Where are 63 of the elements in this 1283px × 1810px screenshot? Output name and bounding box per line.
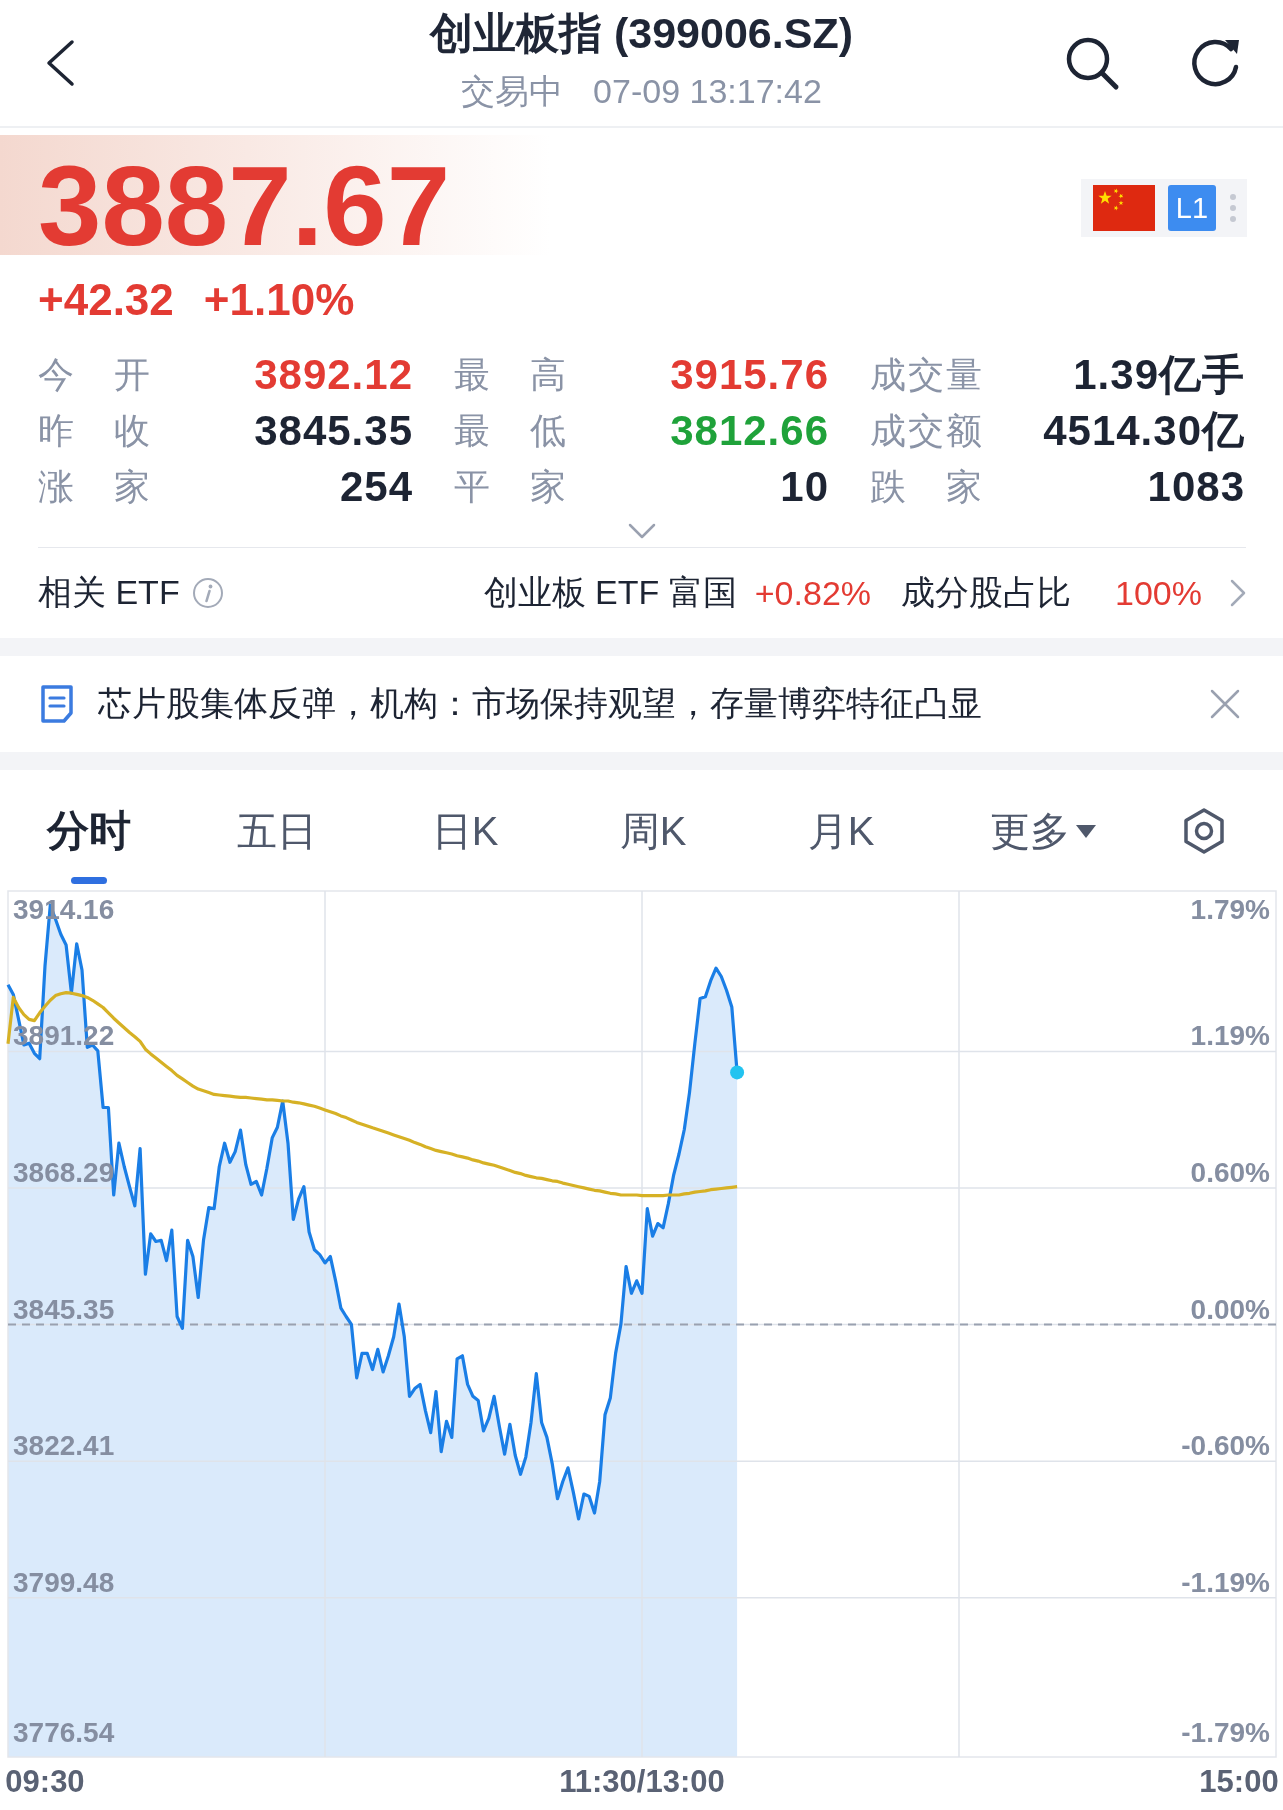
axis-label: 3776.54 (13, 1717, 115, 1749)
level-badge: L1 (1168, 185, 1216, 231)
ratio-label: 成分股占比 (901, 572, 1072, 613)
search-icon[interactable] (1064, 35, 1120, 91)
stat-value: 3812.66 (670, 407, 829, 455)
section-label: 相关 ETF (38, 572, 180, 613)
document-icon (39, 684, 75, 724)
stat-label: 平 家 (454, 464, 566, 509)
chart-tab[interactable]: 日K (400, 770, 530, 890)
chart-tab[interactable]: 周K (588, 770, 718, 890)
stat-value: 254 (339, 463, 413, 511)
price-change: +42.32 (38, 275, 174, 325)
chevron-down-icon[interactable] (627, 523, 656, 539)
stat-value: 3845.35 (254, 407, 413, 455)
flag-icon (1093, 185, 1155, 231)
stat-value: 4514.30亿 (1043, 406, 1245, 456)
stat-label: 涨 家 (38, 464, 150, 509)
stat-value: 1.39亿手 (1073, 350, 1245, 400)
axis-label: 1.79% (1190, 893, 1270, 925)
stat-value: 3892.12 (254, 351, 413, 399)
chart-tab[interactable]: 更多 (964, 770, 1122, 890)
fund-name[interactable]: 创业板 ETF 富国 (483, 570, 737, 616)
info-icon[interactable] (191, 577, 224, 609)
ratio-value: 100% (1115, 573, 1202, 613)
stat-label: 今 开 (38, 352, 150, 397)
axis-label: 15:00 (1199, 1764, 1279, 1799)
trading-status: 交易中 (461, 71, 564, 112)
axis-label: 0.00% (1190, 1293, 1270, 1325)
axis-label: 0.60% (1190, 1156, 1270, 1188)
stat-label: 最 低 (454, 408, 566, 453)
news-headline[interactable]: 芯片股集体反弹，机构：市场保持观望，存量博弈特征凸显 (98, 681, 982, 727)
stat-label: 昨 收 (38, 408, 150, 453)
axis-label: 3799.48 (13, 1566, 115, 1598)
settings-icon[interactable] (1182, 807, 1226, 855)
axis-label: 1.19% (1190, 1020, 1270, 1052)
chart-tab[interactable]: 分时 (24, 770, 154, 890)
stat-value: 1083 (1147, 463, 1245, 511)
axis-label: -1.19% (1181, 1566, 1270, 1598)
stat-label: 成交量 (870, 352, 982, 397)
back-icon[interactable] (45, 39, 75, 87)
fund-change: +0.82% (754, 573, 872, 613)
axis-label: -0.60% (1181, 1430, 1270, 1462)
stat-label: 跌 家 (870, 464, 982, 509)
axis-label: 3822.41 (13, 1430, 115, 1462)
more-icon[interactable] (1229, 193, 1237, 223)
dot-icon (730, 1065, 745, 1080)
axis-label: 3845.35 (13, 1293, 115, 1325)
axis-label: -1.79% (1181, 1717, 1270, 1749)
chevron-right-icon[interactable] (1230, 579, 1246, 607)
stat-label: 成交额 (870, 408, 982, 453)
last-price: 3887.67 (38, 157, 451, 255)
close-icon[interactable] (1210, 689, 1240, 719)
timestamp: 07-09 13:17:42 (593, 71, 822, 112)
percent-change: +1.10% (203, 275, 355, 325)
stat-value: 10 (780, 463, 829, 511)
caret-icon (1076, 825, 1096, 839)
stat-value: 3915.76 (670, 351, 829, 399)
stat-label: 最 高 (454, 352, 566, 397)
chart-tab[interactable]: 月K (776, 770, 906, 890)
axis-label: 09:30 (5, 1764, 85, 1799)
axis-label: 11:30/13:00 (559, 1764, 725, 1799)
chart-tab[interactable]: 五日 (212, 770, 342, 890)
page-title: 创业板指 (399006.SZ) (430, 8, 853, 59)
